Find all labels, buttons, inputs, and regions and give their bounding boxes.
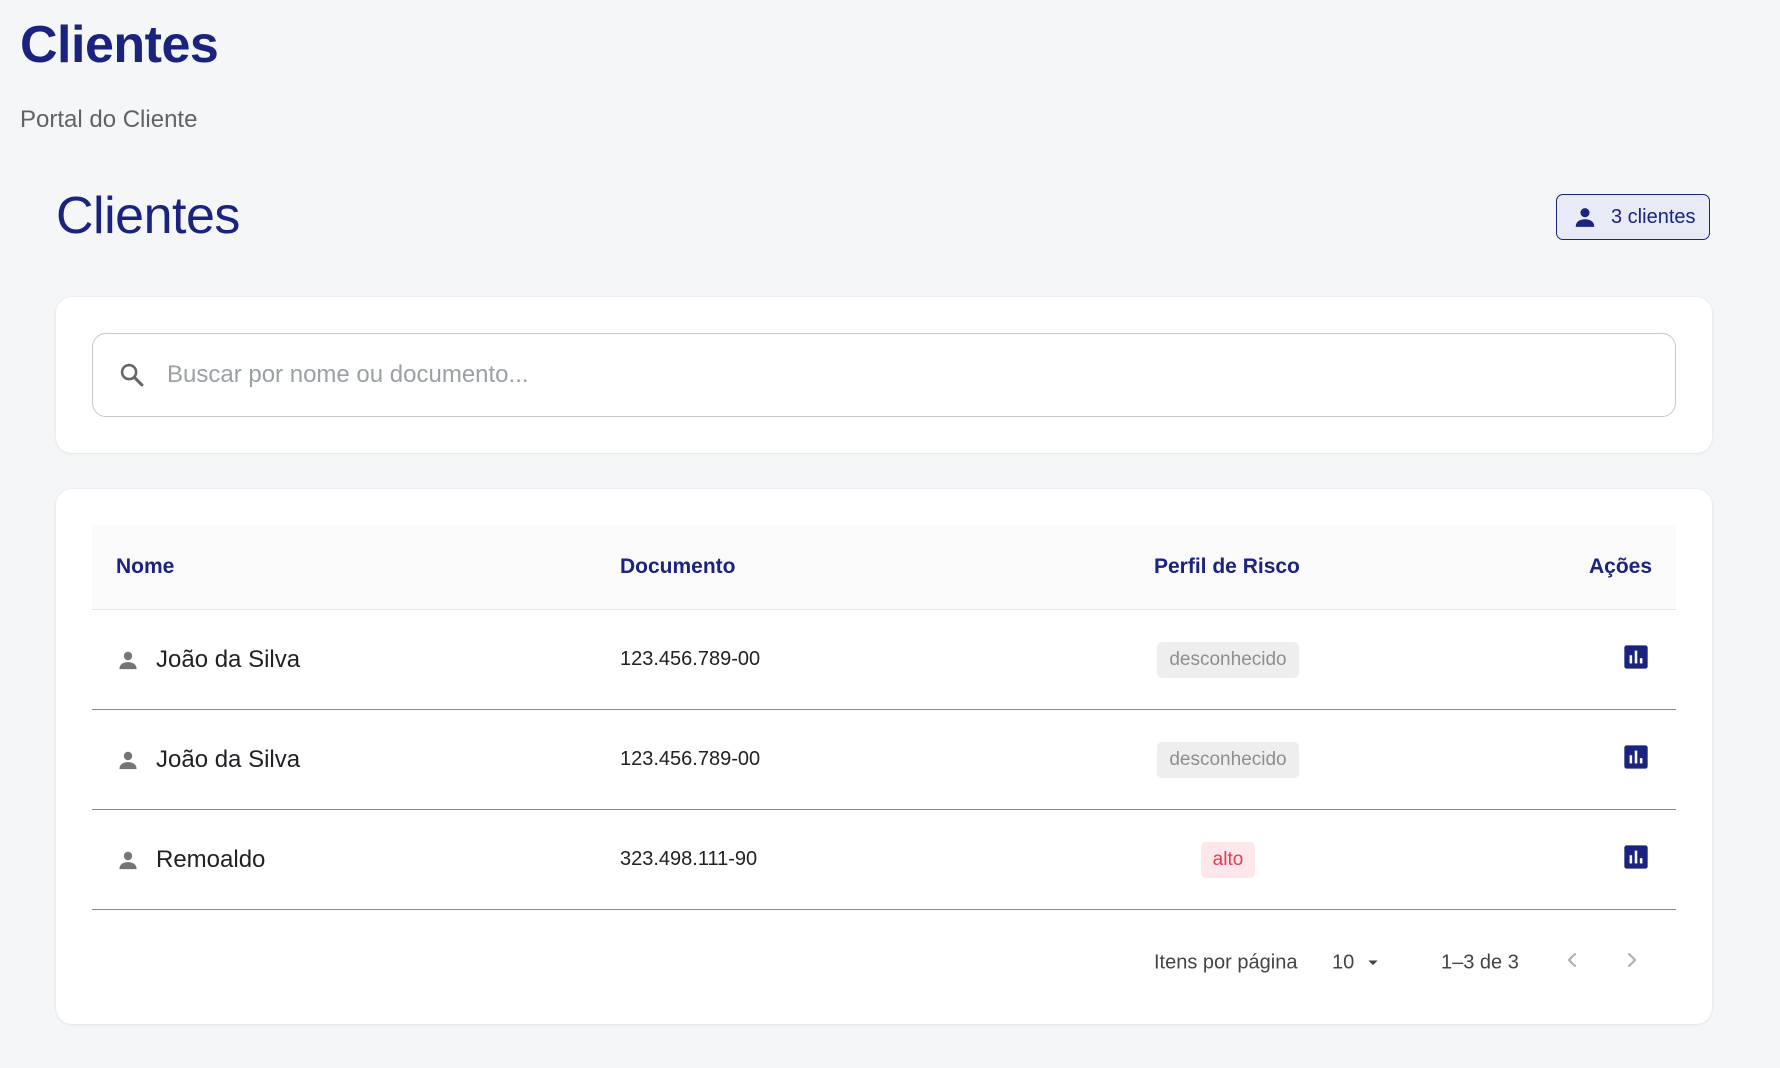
client-name: João da Silva — [156, 745, 301, 773]
risk-badge: desconhecido — [1157, 641, 1299, 678]
search-input[interactable] — [165, 360, 1569, 390]
page-size-select[interactable]: 10 — [1332, 951, 1382, 974]
risk-badge: desconhecido — [1157, 741, 1299, 778]
next-page-button[interactable] — [1616, 947, 1648, 979]
app-subtitle: Portal do Cliente — [20, 106, 198, 133]
items-per-page-label: Itens por página — [1154, 951, 1298, 973]
client-document: 123.456.789-00 — [620, 748, 761, 770]
column-header-document: Documento — [620, 555, 736, 578]
page-size-value: 10 — [1332, 951, 1355, 973]
person-icon — [1571, 203, 1599, 231]
table-header: Nome Documento Perfil de Risco Ações — [92, 525, 1676, 610]
view-analysis-button[interactable] — [1620, 644, 1652, 676]
table-row: Remoaldo 323.498.111-90 alto — [92, 810, 1676, 910]
search-box[interactable] — [92, 333, 1676, 417]
clients-table-card: Nome Documento Perfil de Risco Ações Joã… — [56, 489, 1712, 1024]
chevron-left-icon — [1560, 948, 1584, 978]
client-name: João da Silva — [156, 645, 301, 673]
clients-table: Nome Documento Perfil de Risco Ações Joã… — [92, 525, 1676, 910]
view-analysis-button[interactable] — [1620, 844, 1652, 876]
client-count-badge: 3 clientes — [1556, 194, 1710, 240]
client-count-label: 3 clientes — [1611, 205, 1696, 228]
chevron-right-icon — [1620, 948, 1644, 978]
client-document: 323.498.111-90 — [620, 848, 758, 870]
search-card — [56, 297, 1712, 453]
bar-chart-icon — [1622, 743, 1650, 776]
app-header: Clientes Portal do Cliente — [20, 14, 219, 134]
column-header-actions: Ações — [1588, 555, 1652, 578]
search-icon — [117, 360, 147, 390]
person-icon — [116, 748, 140, 772]
previous-page-button[interactable] — [1556, 947, 1588, 979]
client-document: 123.456.789-00 — [620, 648, 761, 670]
table-row: João da Silva 123.456.789-00 desconhecid… — [92, 710, 1676, 810]
column-header-name: Nome — [116, 555, 175, 578]
risk-badge: alto — [1200, 841, 1256, 878]
bar-chart-icon — [1622, 843, 1650, 876]
dropdown-arrow-icon — [1364, 954, 1382, 972]
client-name: Remoaldo — [156, 845, 266, 873]
paginator: Itens por página 10 1–3 de 3 — [92, 925, 1676, 1000]
person-icon — [116, 848, 140, 872]
table-row: João da Silva 123.456.789-00 desconhecid… — [92, 610, 1676, 710]
page-range-label: 1–3 de 3 — [1441, 951, 1519, 973]
app-title: Clientes — [20, 16, 219, 74]
view-analysis-button[interactable] — [1620, 744, 1652, 776]
page-title: Clientes — [56, 187, 240, 245]
column-header-risk: Perfil de Risco — [1154, 555, 1300, 578]
bar-chart-icon — [1622, 643, 1650, 676]
person-icon — [116, 648, 140, 672]
